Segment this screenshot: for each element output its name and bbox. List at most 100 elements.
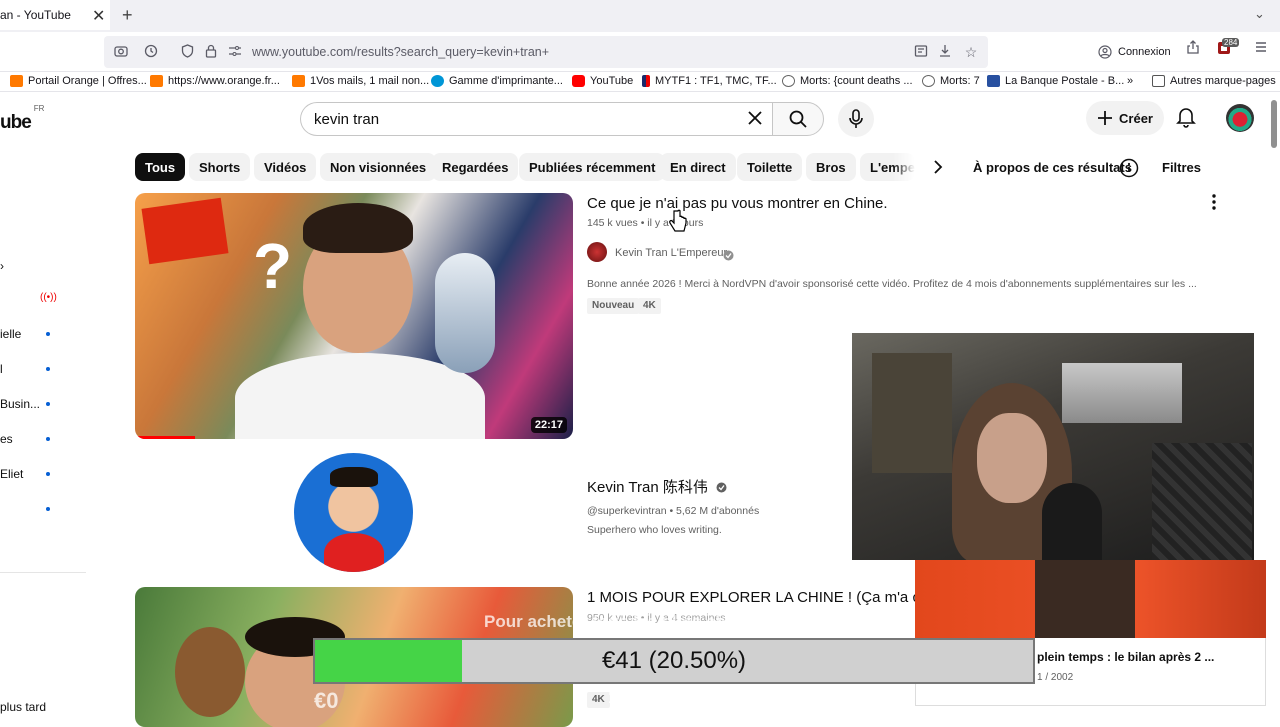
new-tab-icon[interactable]: + — [122, 5, 133, 26]
new-content-dot — [46, 507, 50, 511]
voice-search-button[interactable] — [838, 101, 874, 137]
orange-favicon-icon — [10, 75, 23, 87]
info-icon[interactable] — [1119, 158, 1139, 183]
search-button[interactable] — [772, 102, 824, 136]
globe-icon — [922, 75, 935, 87]
chip-tous[interactable]: Tous — [135, 153, 186, 181]
watch-progress — [135, 436, 195, 439]
download-page-icon[interactable] — [936, 44, 954, 61]
badge-4k: 4K — [638, 298, 661, 314]
url-text: www.youtube.com/results?search_query=kev… — [252, 45, 550, 59]
tab-youtube[interactable]: an - YouTube ✕ — [0, 0, 110, 30]
sidebar-item-3[interactable]: es — [0, 432, 13, 446]
avatar[interactable] — [1226, 104, 1254, 132]
recommended-meta: 1 / 2002 — [1037, 672, 1074, 683]
sidebar-item-2[interactable]: Busin... — [0, 397, 40, 411]
channel-avatar-large[interactable] — [294, 453, 413, 572]
chip-lempereur[interactable]: L'empe — [860, 153, 915, 181]
chip-non-visionnees[interactable]: Non visionnées — [320, 153, 437, 181]
youtube-logo[interactable]: ubeFR — [0, 104, 44, 134]
raccoon-plush — [175, 627, 245, 717]
more-options-icon[interactable] — [1206, 192, 1222, 217]
orange-favicon-icon — [292, 75, 305, 87]
chip-bros[interactable]: Bros — [806, 153, 856, 181]
sidebar-item-1[interactable]: l — [0, 362, 3, 376]
goal-target-amount: €200 — [995, 688, 1027, 704]
video-duration: 22:17 — [530, 417, 567, 433]
tab-list-chevron-icon[interactable]: ⌄ — [1254, 6, 1265, 22]
robot — [435, 253, 495, 373]
bookmark-1[interactable]: https://www.orange.fr... — [150, 75, 280, 87]
page-scrollbar[interactable] — [1271, 100, 1277, 148]
avatar-hair — [330, 467, 378, 487]
filters-button[interactable]: Filtres — [1162, 160, 1201, 175]
shield-icon[interactable] — [178, 44, 196, 61]
reader-view-icon[interactable] — [912, 44, 930, 61]
streamer-face — [977, 413, 1047, 503]
garage-window — [1062, 363, 1182, 423]
live-icon: ((•)) — [40, 292, 57, 303]
bookmark-7[interactable]: Morts: 7 — [922, 75, 980, 87]
channel-title[interactable]: Kevin Tran 陈科伟 — [587, 476, 708, 497]
notifications-bell-icon[interactable] — [1176, 106, 1196, 133]
close-tab-icon[interactable]: ✕ — [92, 6, 105, 26]
chip-toilette[interactable]: Toilette — [737, 153, 803, 181]
bookmark-8[interactable]: La Banque Postale - B... — [987, 75, 1124, 87]
chips-next-chevron-icon[interactable] — [930, 158, 946, 181]
bookmark-3[interactable]: Gamme d'imprimante... — [431, 75, 563, 87]
verified-icon — [723, 248, 734, 266]
bicycles — [1152, 443, 1252, 560]
region-code: FR — [33, 103, 45, 113]
create-button[interactable]: Créer — [1086, 101, 1164, 135]
bookmark-6[interactable]: Morts: {count deaths ... — [782, 75, 913, 87]
chip-shorts[interactable]: Shorts — [189, 153, 251, 181]
chip-regardees[interactable]: Regardées — [432, 153, 519, 181]
chip-videos[interactable]: Vidéos — [254, 153, 317, 181]
cabinet — [872, 353, 952, 473]
connexion-label: Connexion — [1118, 46, 1171, 58]
microphone — [1042, 483, 1102, 560]
search-input[interactable]: kevin tran — [300, 102, 774, 136]
channel-meta: @superkevintran • 5,62 M d'abonnés — [587, 505, 760, 517]
sidebar-item-0[interactable]: ielle — [0, 327, 21, 341]
donation-progress-text: €41 (20.50%) — [601, 647, 747, 674]
bookmark-2[interactable]: 1Vos mails, 1 mail non... — [292, 75, 429, 87]
new-content-dot — [46, 472, 50, 476]
chip-publiees-recemment[interactable]: Publiées récemment — [519, 153, 666, 181]
video-title[interactable]: 1 MOIS POUR EXPLORER LA CHINE ! (Ça m'a … — [587, 589, 920, 606]
sidebar-chevron-icon[interactable]: › — [0, 259, 4, 273]
new-content-dot — [46, 332, 50, 336]
bookmark-5[interactable]: MYTF1 : TF1, TMC, TF... — [642, 75, 777, 87]
permissions-icon[interactable] — [226, 44, 244, 60]
bookmark-4[interactable]: YouTube — [572, 75, 633, 87]
folder-icon — [1152, 75, 1165, 87]
video-title[interactable]: Ce que je n'ai pas pu vous montrer en Ch… — [587, 195, 888, 212]
clear-search-icon[interactable] — [746, 109, 764, 132]
bookmarks-bar: Portail Orange | Offres... https://www.o… — [0, 72, 1280, 92]
connexion-button[interactable]: Connexion — [1092, 38, 1172, 66]
video-thumbnail[interactable]: ? 22:17 — [135, 193, 573, 439]
sidebar-item-watch-later[interactable]: plus tard — [0, 700, 46, 714]
verified-icon — [716, 480, 727, 498]
person-hair — [303, 203, 413, 253]
recommended-title: plein temps : le bilan après 2 ... — [1037, 650, 1215, 664]
goal-start-amount: €0 — [314, 688, 339, 713]
sidebar-item-4[interactable]: Eliet — [0, 467, 23, 481]
banque-postale-favicon-icon — [987, 75, 1000, 87]
other-bookmarks-folder[interactable]: Autres marque-pages — [1152, 75, 1276, 87]
channel-name[interactable]: Kevin Tran L'Empereur — [615, 247, 727, 259]
about-results-link[interactable]: À propos de ces résultats — [973, 160, 1132, 175]
lock-icon[interactable] — [202, 44, 220, 61]
history-icon[interactable] — [142, 44, 160, 61]
screenshot-icon[interactable] — [112, 44, 130, 60]
channel-avatar[interactable] — [587, 242, 607, 262]
bookmark-0[interactable]: Portail Orange | Offres... — [10, 75, 147, 87]
more-bookmarks-button[interactable]: » — [1127, 75, 1133, 87]
chip-en-direct[interactable]: En direct — [660, 153, 736, 181]
sidebar-divider — [0, 572, 86, 573]
china-flag — [141, 197, 229, 265]
hp-favicon-icon — [431, 75, 444, 87]
menu-icon[interactable] — [1252, 40, 1270, 57]
bookmark-star-icon[interactable]: ☆ — [962, 44, 980, 61]
share-icon[interactable] — [1184, 40, 1202, 57]
